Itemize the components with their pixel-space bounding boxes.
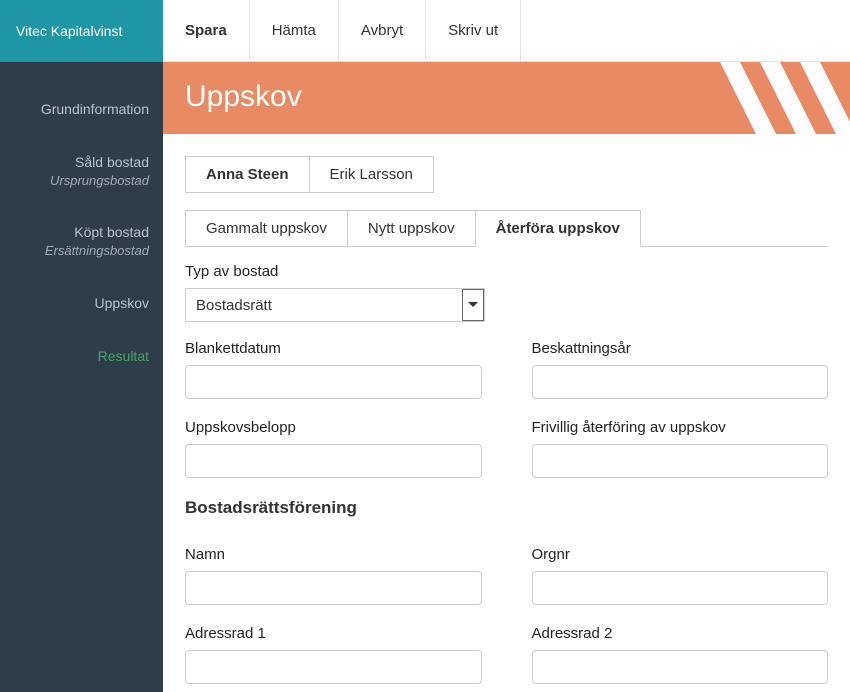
uppskov-tabs: Gammalt uppskov Nytt uppskov Återföra up… (185, 209, 828, 247)
label-typ-av-bostad: Typ av bostad (185, 263, 828, 280)
input-orgnr[interactable] (532, 571, 829, 605)
sidebar-item-kopt-bostad[interactable]: Köpt bostad Ersättningsbostad (0, 213, 163, 269)
content: Anna Steen Erik Larsson Gammalt uppskov … (163, 134, 850, 692)
label-orgnr: Orgnr (532, 546, 829, 563)
sidebar-item-label: Såld bostad (10, 153, 149, 172)
label-beskattningsar: Beskattningsår (532, 340, 829, 357)
label-namn: Namn (185, 546, 482, 563)
sidebar-item-resultat[interactable]: Resultat (0, 337, 163, 376)
print-button[interactable]: Skriv ut (426, 0, 521, 61)
input-beskattningsar[interactable] (532, 365, 829, 399)
toolbar: Spara Hämta Avbryt Skriv ut (163, 0, 850, 62)
section-header-brf: Bostadsrättsförening (185, 498, 828, 518)
sidebar-menu: Grundinformation Såld bostad Ursprungsbo… (0, 62, 163, 376)
tab-aterfora-uppskov[interactable]: Återföra uppskov (476, 210, 641, 247)
logo-icon (720, 62, 850, 134)
input-namn[interactable] (185, 571, 482, 605)
save-button[interactable]: Spara (163, 0, 250, 61)
brand-header: Vitec Kapitalvinst (0, 0, 163, 62)
tab-person-2[interactable]: Erik Larsson (310, 156, 434, 193)
input-adress1[interactable] (185, 650, 482, 684)
sidebar-item-label: Uppskov (10, 294, 149, 313)
label-adress1: Adressrad 1 (185, 625, 482, 642)
page-header: Uppskov (163, 62, 850, 134)
label-adress2: Adressrad 2 (532, 625, 829, 642)
tab-nytt-uppskov[interactable]: Nytt uppskov (348, 210, 476, 247)
input-frivillig[interactable] (532, 444, 829, 478)
input-uppskovsbelopp[interactable] (185, 444, 482, 478)
sidebar-item-sald-bostad[interactable]: Såld bostad Ursprungsbostad (0, 143, 163, 199)
sidebar-item-label: Resultat (10, 347, 149, 366)
label-blankettdatum: Blankettdatum (185, 340, 482, 357)
tab-person-1[interactable]: Anna Steen (185, 156, 310, 193)
sidebar-item-label: Grundinformation (10, 100, 149, 119)
sidebar-item-sub: Ursprungsbostad (10, 172, 149, 190)
sidebar-item-grundinformation[interactable]: Grundinformation (0, 90, 163, 129)
select-value: Bostadsrätt (196, 297, 272, 314)
sidebar-item-sub: Ersättningsbostad (10, 242, 149, 260)
sidebar-item-label: Köpt bostad (10, 223, 149, 242)
label-uppskovsbelopp: Uppskovsbelopp (185, 419, 482, 436)
cancel-button[interactable]: Avbryt (339, 0, 426, 61)
brand-text: Vitec Kapitalvinst (16, 23, 122, 39)
dropdown-arrow-icon[interactable] (462, 289, 484, 321)
input-blankettdatum[interactable] (185, 365, 482, 399)
fetch-button[interactable]: Hämta (250, 0, 339, 61)
sidebar: Vitec Kapitalvinst Grundinformation Såld… (0, 0, 163, 692)
tab-gammalt-uppskov[interactable]: Gammalt uppskov (185, 210, 348, 247)
main: Spara Hämta Avbryt Skriv ut Uppskov Anna… (163, 0, 850, 692)
label-frivillig: Frivillig återföring av uppskov (532, 419, 829, 436)
input-adress2[interactable] (532, 650, 829, 684)
sidebar-item-uppskov[interactable]: Uppskov (0, 284, 163, 323)
person-tabs: Anna Steen Erik Larsson (185, 156, 828, 193)
select-typ-av-bostad[interactable]: Bostadsrätt (185, 288, 485, 322)
